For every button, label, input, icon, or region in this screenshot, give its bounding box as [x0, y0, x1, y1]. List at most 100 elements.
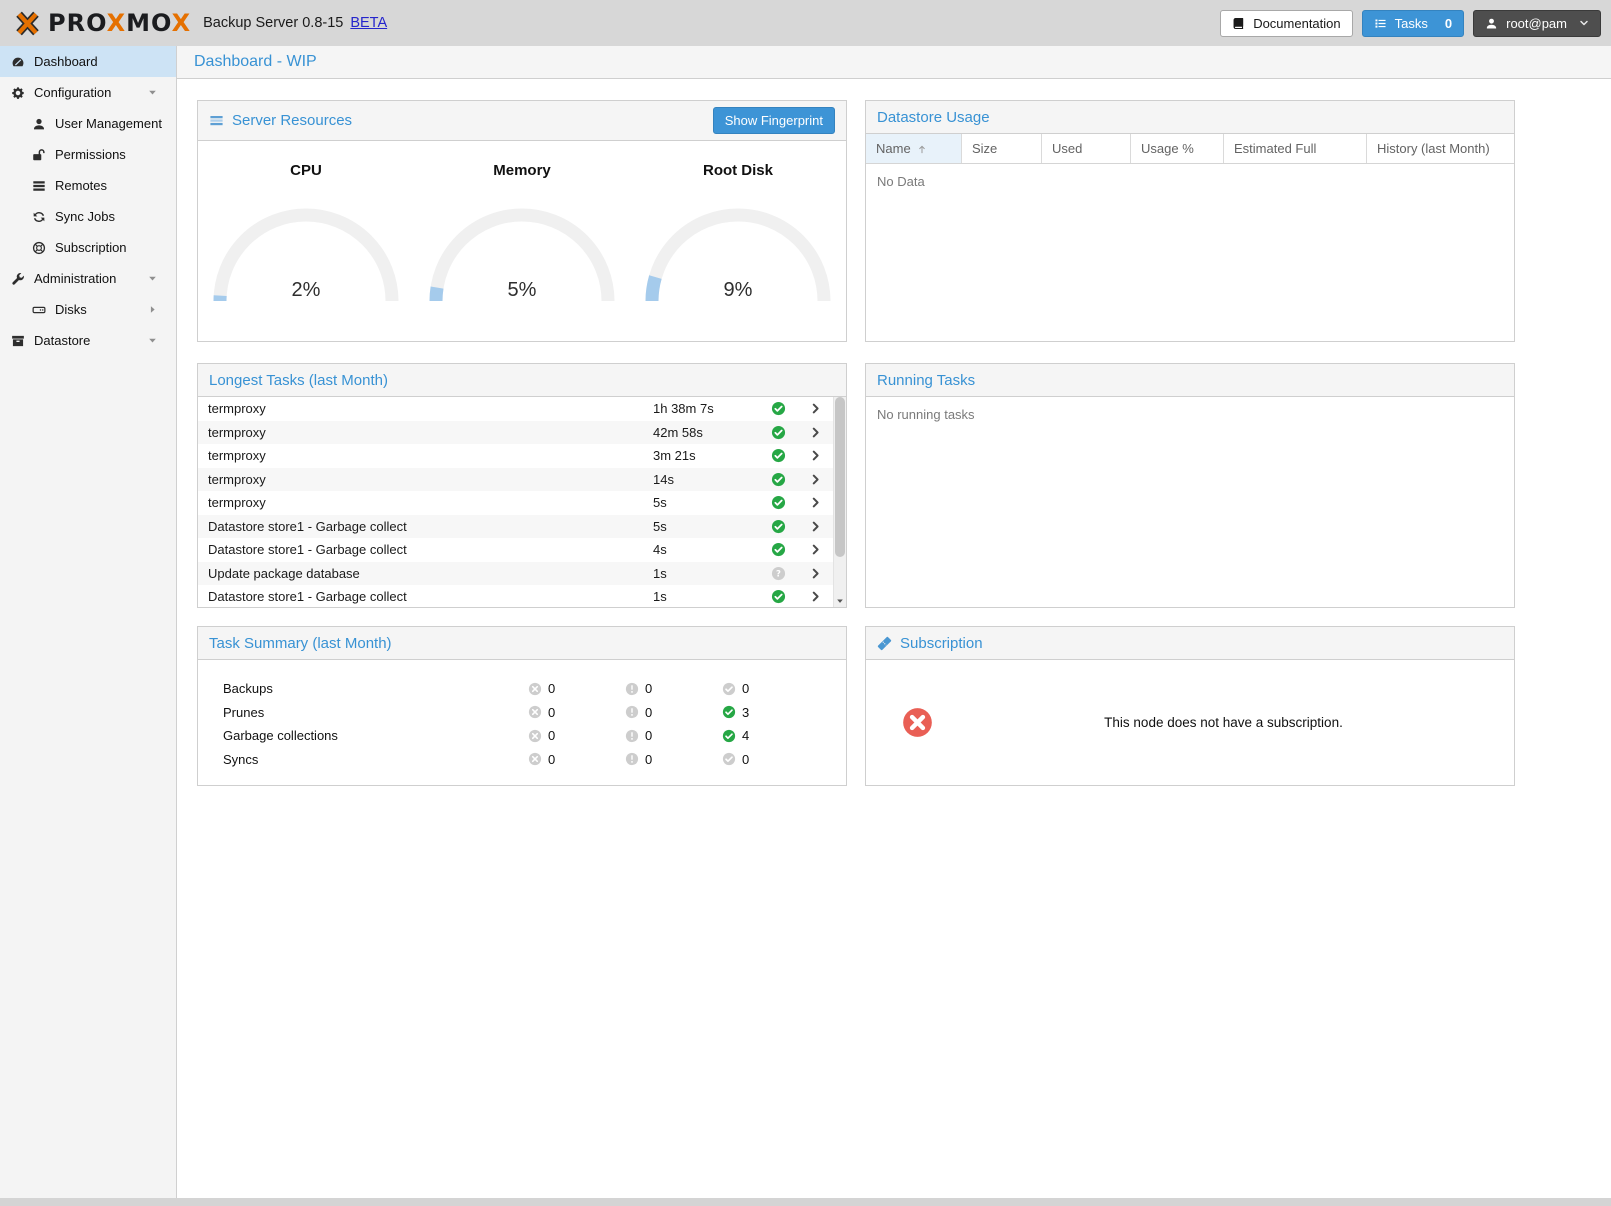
warning-count-icon	[625, 729, 639, 743]
chevron-right-icon	[809, 496, 822, 509]
ticket-icon	[877, 636, 892, 651]
user-icon	[30, 117, 48, 131]
show-fingerprint-button[interactable]: Show Fingerprint	[713, 107, 835, 134]
proxmox-logo[interactable]: PROXMOX	[14, 9, 191, 37]
error-count: 0	[548, 728, 555, 743]
page-title: Dashboard - WIP	[194, 53, 317, 71]
task-open-button[interactable]	[797, 567, 833, 580]
chevron-right-icon	[809, 402, 822, 415]
chevron-down-icon	[1579, 18, 1589, 28]
task-open-button[interactable]	[797, 590, 833, 603]
task-duration: 5s	[653, 519, 759, 534]
task-open-button[interactable]	[797, 473, 833, 486]
tasks-button[interactable]: Tasks 0	[1362, 10, 1464, 37]
task-row[interactable]: termproxy 14s	[198, 468, 833, 492]
error-count-icon	[528, 705, 542, 719]
panel-title: Subscription	[900, 635, 983, 652]
documentation-button[interactable]: Documentation	[1220, 10, 1352, 37]
scrollbar-thumb[interactable]	[835, 397, 845, 557]
root-disk-gauge-value: 9%	[643, 279, 833, 302]
task-name: termproxy	[198, 401, 653, 416]
sidebar-item-configuration[interactable]: Configuration	[0, 77, 176, 108]
task-duration: 5s	[653, 495, 759, 510]
summary-row-prunes: Prunes 0 0 3	[198, 701, 846, 725]
horizontal-scrollbar-track[interactable]	[0, 1198, 1611, 1206]
task-duration: 14s	[653, 472, 759, 487]
task-open-button[interactable]	[797, 520, 833, 533]
sidebar-item-administration[interactable]: Administration	[0, 263, 176, 294]
no-data-text: No Data	[866, 164, 1514, 199]
running-tasks-panel: Running Tasks No running tasks	[865, 363, 1515, 608]
user-menu-button[interactable]: root@pam	[1473, 10, 1601, 37]
task-name: termproxy	[198, 472, 653, 487]
chevron-right-icon	[809, 449, 822, 462]
vertical-scrollbar[interactable]	[833, 397, 846, 607]
error-count: 0	[548, 752, 555, 767]
column-header-estimated-full[interactable]: Estimated Full	[1224, 134, 1367, 163]
panel-title: Task Summary (last Month)	[209, 635, 392, 652]
task-row[interactable]: termproxy 1h 38m 7s	[198, 397, 833, 421]
server-bars-icon	[209, 113, 224, 128]
scrollbar-down-arrow[interactable]	[834, 594, 846, 607]
task-row[interactable]: termproxy 42m 58s	[198, 421, 833, 445]
task-row[interactable]: termproxy 3m 21s	[198, 444, 833, 468]
archive-icon	[9, 334, 27, 348]
task-name: Update package database	[198, 566, 653, 581]
sidebar-item-dashboard[interactable]: Dashboard	[0, 46, 176, 77]
task-open-button[interactable]	[797, 496, 833, 509]
server-resources-panel: Server Resources Show Fingerprint CPU 2%	[197, 100, 847, 342]
status-ok-icon	[771, 425, 786, 440]
task-row[interactable]: Datastore store1 - Garbage collect 5s	[198, 515, 833, 539]
error-count: 0	[548, 681, 555, 696]
task-row[interactable]: termproxy 5s	[198, 491, 833, 515]
status-ok-icon	[771, 589, 786, 604]
chevron-right-icon	[809, 567, 822, 580]
ok-count-icon	[722, 705, 736, 719]
hdd-icon	[30, 303, 48, 317]
tachometer-icon	[9, 55, 27, 69]
sidebar-item-datastore[interactable]: Datastore	[0, 325, 176, 356]
error-count-icon	[528, 729, 542, 743]
status-unknown-icon: ?	[771, 566, 786, 581]
ok-count: 0	[742, 681, 749, 696]
column-header-used[interactable]: Used	[1042, 134, 1131, 163]
caret-down-icon[interactable]	[143, 273, 161, 284]
column-header-name[interactable]: Name	[866, 134, 962, 163]
chevron-right-icon	[809, 426, 822, 439]
task-duration: 1h 38m 7s	[653, 401, 759, 416]
sort-up-icon	[916, 143, 928, 155]
warning-count: 0	[645, 681, 652, 696]
task-open-button[interactable]	[797, 449, 833, 462]
sidebar-item-disks[interactable]: Disks	[0, 294, 176, 325]
column-header-history[interactable]: History (last Month)	[1367, 134, 1514, 163]
beta-link[interactable]: BETA	[350, 15, 387, 31]
status-ok-icon	[771, 542, 786, 557]
task-open-button[interactable]	[797, 402, 833, 415]
task-row[interactable]: Update package database 1s ?	[198, 562, 833, 586]
task-duration: 4s	[653, 542, 759, 557]
task-row[interactable]: Datastore store1 - Garbage collect 1s	[198, 585, 833, 607]
no-running-tasks-text: No running tasks	[866, 397, 1514, 432]
task-row[interactable]: Datastore store1 - Garbage collect 4s	[198, 538, 833, 562]
caret-right-icon[interactable]	[143, 304, 161, 315]
column-header-usage-pct[interactable]: Usage %	[1131, 134, 1224, 163]
proxmox-x-icon	[14, 10, 41, 37]
column-header-size[interactable]: Size	[962, 134, 1042, 163]
task-name: Datastore store1 - Garbage collect	[198, 589, 653, 604]
sidebar-item-sync-jobs[interactable]: Sync Jobs	[0, 201, 176, 232]
sidebar-item-user-management[interactable]: User Management	[0, 108, 176, 139]
summary-row-syncs: Syncs 0 0 0	[198, 748, 846, 772]
sidebar-item-permissions[interactable]: Permissions	[0, 139, 176, 170]
warning-count: 0	[645, 728, 652, 743]
error-count-icon	[528, 682, 542, 696]
sidebar-item-remotes[interactable]: Remotes	[0, 170, 176, 201]
datastore-table-header: Name Size Used Usage % Estimated Full Hi…	[866, 134, 1514, 164]
caret-down-icon[interactable]	[143, 87, 161, 98]
task-open-button[interactable]	[797, 543, 833, 556]
sidebar-item-subscription[interactable]: Subscription	[0, 232, 176, 263]
chevron-right-icon	[809, 520, 822, 533]
brand-text: PROXMOX	[48, 9, 191, 37]
ok-count-icon	[722, 729, 736, 743]
caret-down-icon[interactable]	[143, 335, 161, 346]
task-open-button[interactable]	[797, 426, 833, 439]
